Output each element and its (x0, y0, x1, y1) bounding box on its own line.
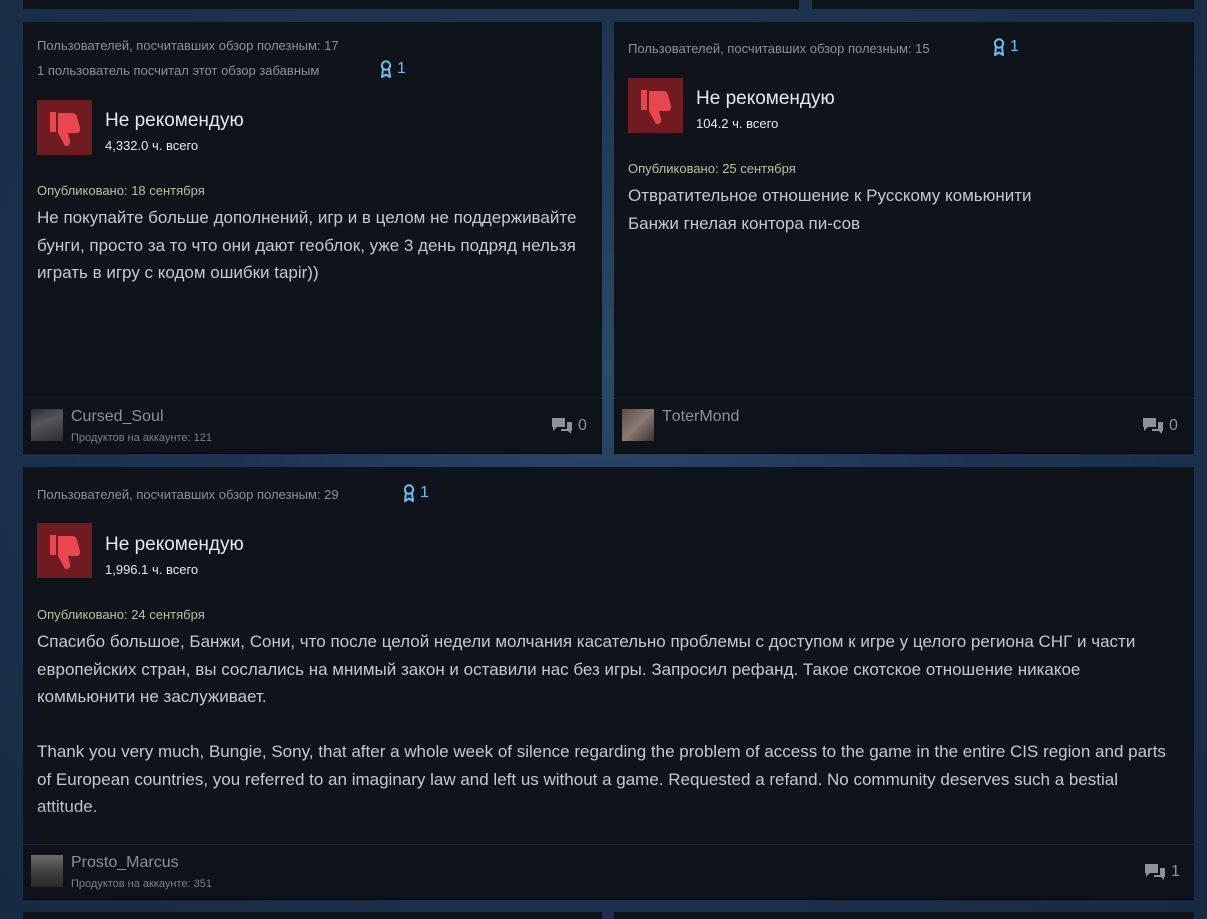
text-fade (23, 805, 1194, 845)
comments-count: 1 (1171, 863, 1180, 880)
helpful-count: Пользователей, посчитавших обзор полезны… (628, 41, 930, 56)
comment-bubbles-icon (1143, 418, 1163, 434)
avatar[interactable] (622, 409, 654, 441)
helpful-count: Пользователей, посчитавших обзор полезны… (37, 38, 339, 53)
thumbs-down-icon[interactable] (628, 78, 683, 133)
helpful-count: Пользователей, посчитавших обзор полезны… (37, 487, 339, 502)
avatar[interactable] (31, 409, 63, 441)
thumbs-down-icon[interactable] (37, 523, 92, 578)
author-name[interactable]: TоterMond (662, 408, 739, 426)
review-card: Пользователей, посчитавших обзор полезны… (23, 467, 1194, 900)
recommendation-label[interactable]: Не рекомендую (105, 110, 244, 132)
award-button[interactable]: 1 (380, 60, 406, 78)
comments-button[interactable]: 0 (551, 417, 587, 435)
award-ribbon-icon (993, 38, 1005, 56)
award-count: 1 (1010, 38, 1019, 55)
comment-bubbles-icon (1145, 864, 1165, 880)
comments-count: 0 (578, 417, 587, 434)
review-card-partial-bottom-left (23, 912, 602, 919)
funny-count: 1 пользователь посчитал этот обзор забав… (37, 63, 320, 78)
review-card-partial-top-right (812, 0, 1194, 9)
author-name[interactable]: Cursed_Soul (71, 408, 164, 426)
review-text-line[interactable]: Банжи гнелая контора пи-сов (628, 210, 1178, 238)
award-count: 1 (397, 60, 406, 77)
review-text[interactable]: Не покупайте больше дополнений, игр и в … (37, 204, 577, 287)
posted-date: Опубликовано: 25 сентября (628, 161, 796, 176)
award-ribbon-icon (403, 484, 415, 502)
posted-date: Опубликовано: 24 сентября (37, 607, 205, 622)
thumbs-down-icon[interactable] (37, 100, 92, 155)
review-card: Пользователей, посчитавших обзор полезны… (23, 22, 602, 454)
comments-count: 0 (1169, 417, 1178, 434)
recommendation-label[interactable]: Не рекомендую (696, 88, 835, 110)
review-card-partial-top-left (23, 0, 799, 9)
posted-date: Опубликовано: 18 сентября (37, 183, 205, 198)
products-count: Продуктов на аккаунте: 121 (71, 432, 212, 444)
review-footer: Prosto_Marcus Продуктов на аккаунте: 351… (23, 844, 1194, 899)
award-button[interactable]: 1 (403, 484, 429, 502)
products-count: Продуктов на аккаунте: 351 (71, 878, 212, 890)
hours-played: 104.2 ч. всего (696, 116, 779, 131)
comment-bubbles-icon (552, 418, 572, 434)
award-ribbon-icon (380, 60, 392, 78)
hours-played: 4,332.0 ч. всего (105, 138, 199, 153)
review-text-ru[interactable]: Спасибо большое, Банжи, Сони, что после … (37, 628, 1179, 711)
review-footer: Cursed_Soul Продуктов на аккаунте: 121 0 (23, 398, 602, 453)
comments-button[interactable]: 1 (1144, 863, 1180, 881)
recommendation-label[interactable]: Не рекомендую (105, 534, 244, 556)
review-card: Пользователей, посчитавших обзор полезны… (614, 22, 1194, 454)
review-text-line[interactable]: Отвратительное отношение к Русскому комь… (628, 182, 1178, 210)
review-footer: TоterMond 0 (614, 398, 1194, 453)
hours-played: 1,996.1 ч. всего (105, 562, 199, 577)
award-button[interactable]: 1 (993, 38, 1019, 56)
award-count: 1 (420, 484, 429, 501)
author-name[interactable]: Prosto_Marcus (71, 854, 179, 872)
review-card-partial-bottom-right (614, 912, 1194, 919)
comments-button[interactable]: 0 (1142, 417, 1178, 435)
avatar[interactable] (31, 855, 63, 887)
